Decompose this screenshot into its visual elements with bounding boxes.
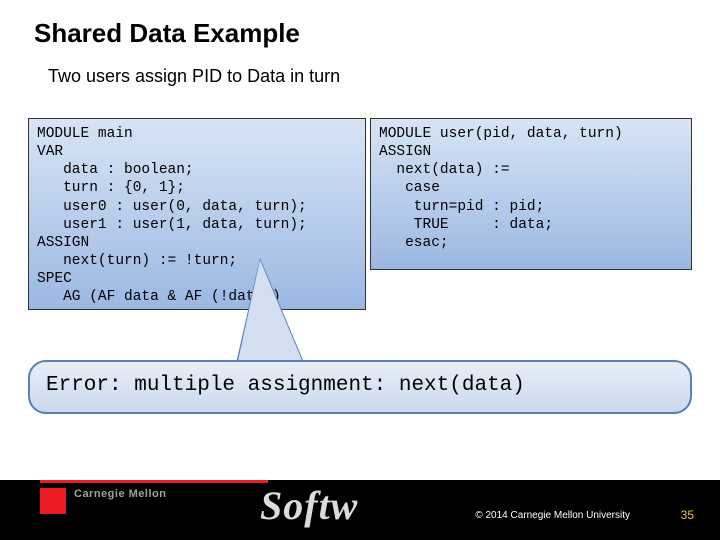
error-callout: Error: multiple assignment: next(data) xyxy=(28,360,692,414)
logo-softw-text: Softw xyxy=(260,482,358,529)
page-number: 35 xyxy=(681,508,694,522)
code-module-main: MODULE main VAR data : boolean; turn : {… xyxy=(28,118,366,310)
callout-tail xyxy=(236,260,306,370)
slide-subtitle: Two users assign PID to Data in turn xyxy=(48,66,340,87)
slide-title: Shared Data Example xyxy=(34,18,300,49)
logo-carnegie-text: Carnegie Mellon xyxy=(74,488,166,500)
footer-bar: Carnegie Mellon Softw © 2014 Carnegie Me… xyxy=(0,480,720,540)
code-module-user: MODULE user(pid, data, turn) ASSIGN next… xyxy=(370,118,692,270)
copyright-text: © 2014 Carnegie Mellon University xyxy=(475,510,630,521)
logo-red-square xyxy=(40,488,66,514)
slide: Shared Data Example Two users assign PID… xyxy=(0,0,720,540)
logo-red-line xyxy=(40,480,268,483)
